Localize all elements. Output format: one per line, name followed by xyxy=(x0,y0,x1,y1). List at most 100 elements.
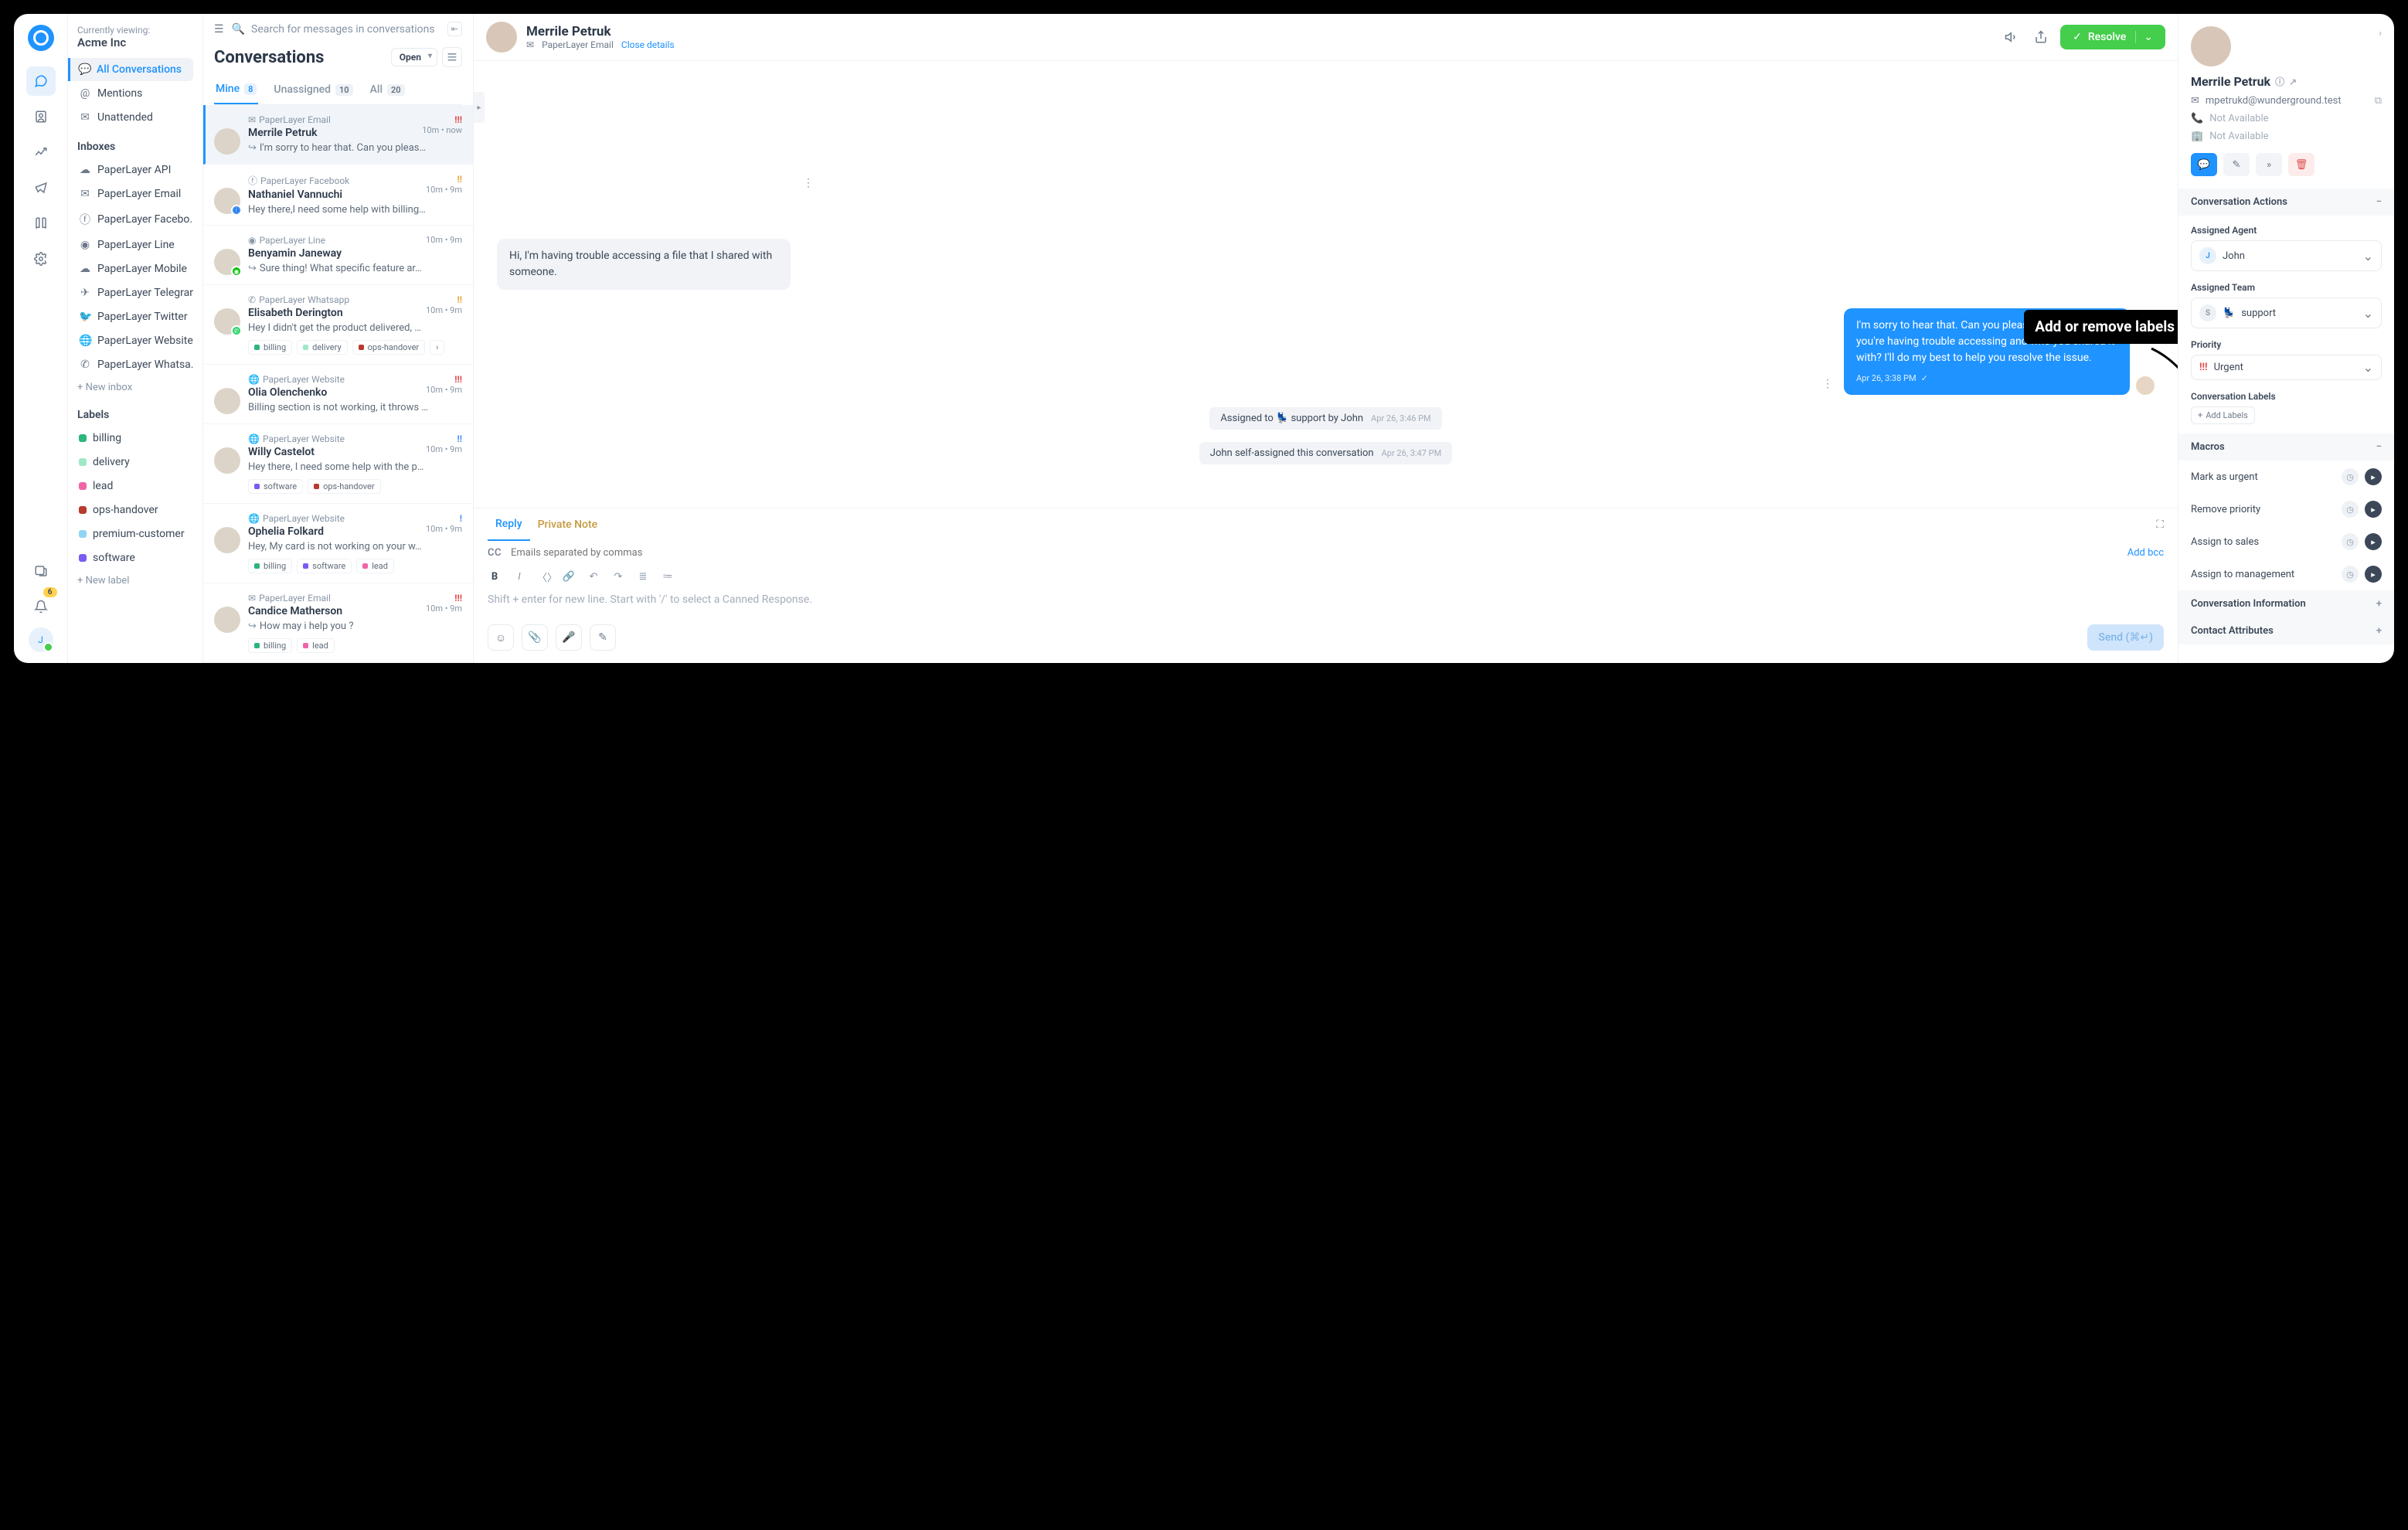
rail-notifications[interactable]: 6 xyxy=(26,592,56,621)
run-macro-icon[interactable]: ▸ xyxy=(2365,533,2382,550)
rail-reports[interactable] xyxy=(26,138,56,167)
bold-icon[interactable]: B xyxy=(488,571,502,583)
run-macro-icon[interactable]: ▸ xyxy=(2365,566,2382,583)
code-icon[interactable]: 〈〉 xyxy=(537,570,551,584)
more-tags[interactable]: › xyxy=(430,340,444,355)
new-label-button[interactable]: + New label xyxy=(68,570,196,591)
message-more-icon[interactable]: ⋮ xyxy=(798,172,818,194)
collapse-icon[interactable]: − xyxy=(2376,196,2382,208)
conversation-item[interactable]: 🌐PaperLayer Website Ophelia Folkard Hey,… xyxy=(203,504,473,583)
run-later-icon[interactable]: ◷ xyxy=(2342,501,2359,518)
inbox-item[interactable]: ✉PaperLayer Email xyxy=(71,182,193,206)
conversation-item[interactable]: ✉PaperLayer Email Merrile Petruk ↩I'm so… xyxy=(203,105,473,165)
conversation-item[interactable]: ◉ ◉PaperLayer Line Benyamin Janeway ↩Sur… xyxy=(203,226,473,285)
share-icon[interactable] xyxy=(2031,27,2051,47)
expand-icon[interactable]: + xyxy=(2376,625,2382,637)
attach-icon[interactable]: 📎 xyxy=(522,624,548,651)
team-select[interactable]: S💺support xyxy=(2191,298,2382,328)
expand-compose-icon[interactable]: ⛶ xyxy=(2156,518,2164,531)
chevron-right-icon[interactable]: › xyxy=(2379,28,2382,39)
conversation-item[interactable]: 🌐PaperLayer Website Willy Castelot Hey t… xyxy=(203,424,473,504)
inbox-item[interactable]: ✈PaperLayer Telegram xyxy=(71,281,193,304)
inbox-item[interactable]: ✆PaperLayer Whatsa... xyxy=(71,353,193,376)
copy-icon[interactable]: ⧉ xyxy=(2375,95,2382,107)
rail-user-avatar[interactable]: J xyxy=(29,627,53,652)
undo-icon[interactable]: ↶ xyxy=(587,571,600,583)
add-bcc-link[interactable]: Add bcc xyxy=(2127,547,2164,559)
external-link-icon[interactable]: ↗ xyxy=(2289,76,2297,87)
list-menu-icon[interactable]: ☰ xyxy=(214,23,224,36)
agent-select[interactable]: JJohn xyxy=(2191,240,2382,271)
run-later-icon[interactable]: ◷ xyxy=(2342,533,2359,550)
priority-select[interactable]: !!!Urgent xyxy=(2191,355,2382,380)
ul-icon[interactable]: ≣ xyxy=(636,571,650,583)
emoji-icon[interactable]: ☺ xyxy=(488,624,514,651)
expand-sidebar-tab[interactable]: ▸ xyxy=(474,92,485,123)
tab-unassigned[interactable]: Unassigned10 xyxy=(272,76,354,104)
collapse-icon[interactable]: − xyxy=(2376,441,2382,453)
audio-icon[interactable]: 🎤 xyxy=(556,624,582,651)
inbox-item[interactable]: ⓕPaperLayer Facebo... xyxy=(71,206,193,233)
inbox-item[interactable]: ☁PaperLayer API xyxy=(71,158,193,182)
mute-icon[interactable] xyxy=(2002,27,2022,47)
search-input[interactable]: 🔍Search for messages in conversations xyxy=(232,23,440,36)
conversation-item[interactable]: 🌐PaperLayer Website Olia Olenchenko Bill… xyxy=(203,365,473,424)
status-filter-select[interactable]: Open xyxy=(391,48,437,66)
conversation-list[interactable]: ✉PaperLayer Email Merrile Petruk ↩I'm so… xyxy=(203,105,473,663)
delete-contact-button[interactable]: 🗑 xyxy=(2288,153,2314,176)
run-later-icon[interactable]: ◷ xyxy=(2342,566,2359,583)
run-macro-icon[interactable]: ▸ xyxy=(2365,501,2382,518)
inbox-item[interactable]: 🌐PaperLayer Website xyxy=(71,329,193,352)
run-later-icon[interactable]: ◷ xyxy=(2342,468,2359,485)
tab-mine[interactable]: Mine8 xyxy=(214,76,258,104)
inbox-item[interactable]: 🐦PaperLayer Twitter xyxy=(71,305,193,328)
tab-all[interactable]: All20 xyxy=(369,76,406,104)
label-item[interactable]: software xyxy=(71,546,193,570)
macro-item[interactable]: Assign to management◷▸ xyxy=(2178,558,2394,590)
close-details-link[interactable]: Close details xyxy=(621,39,675,50)
conversation-item[interactable]: ✉PaperLayer Email Candice Matherson ↩How… xyxy=(203,583,473,663)
expand-icon[interactable]: + xyxy=(2376,598,2382,610)
label-item[interactable]: billing xyxy=(71,427,193,450)
inbox-item[interactable]: ◉PaperLayer Line xyxy=(71,233,193,257)
nav-all-conversations[interactable]: 💬All Conversations xyxy=(68,58,193,81)
ai-assist-icon[interactable]: ✎ xyxy=(590,624,616,651)
nav-mentions[interactable]: @Mentions xyxy=(71,82,193,105)
collapse-icon[interactable]: ⇤ xyxy=(447,22,462,36)
compose-tab-note[interactable]: Private Note xyxy=(530,509,606,540)
ol-icon[interactable]: ≔ xyxy=(661,571,675,583)
chevron-down-icon[interactable]: ⌄ xyxy=(2135,31,2153,43)
compose-textarea[interactable]: Shift + enter for new line. Start with '… xyxy=(474,590,2178,617)
send-button[interactable]: Send (⌘↵) xyxy=(2087,624,2164,651)
org-name[interactable]: Acme Inc xyxy=(77,36,187,49)
italic-icon[interactable]: I xyxy=(512,571,526,583)
rail-settings[interactable] xyxy=(26,244,56,274)
rail-conversations[interactable] xyxy=(26,66,56,96)
conversation-item[interactable]: ⓕ ⓕPaperLayer Facebook Nathaniel Vannuch… xyxy=(203,165,473,226)
macro-item[interactable]: Assign to sales◷▸ xyxy=(2178,525,2394,558)
rail-helpcenter[interactable] xyxy=(26,209,56,238)
rail-contacts[interactable] xyxy=(26,102,56,131)
edit-contact-button[interactable]: ✎ xyxy=(2223,153,2250,176)
label-item[interactable]: premium-customer xyxy=(71,522,193,546)
nav-unattended[interactable]: ✉Unattended xyxy=(71,106,193,129)
filter-button[interactable]: ≡ xyxy=(442,47,462,67)
message-more-icon[interactable]: ⋮ xyxy=(1818,373,1838,395)
resolve-button[interactable]: ✓Resolve⌄ xyxy=(2060,25,2165,49)
macro-item[interactable]: Mark as urgent◷▸ xyxy=(2178,461,2394,493)
label-item[interactable]: ops-handover xyxy=(71,498,193,522)
compose-tab-reply[interactable]: Reply xyxy=(488,508,530,541)
run-macro-icon[interactable]: ▸ xyxy=(2365,468,2382,485)
add-labels-button[interactable]: +Add Labels xyxy=(2191,406,2255,424)
merge-contact-button[interactable]: » xyxy=(2256,153,2282,176)
rail-campaigns[interactable] xyxy=(26,173,56,202)
cc-input[interactable] xyxy=(511,547,2118,559)
macro-item[interactable]: Remove priority◷▸ xyxy=(2178,493,2394,525)
info-icon[interactable]: ⓘ xyxy=(2275,75,2284,88)
conversation-item[interactable]: ✆ ✆PaperLayer Whatsapp Elisabeth Deringt… xyxy=(203,285,473,365)
rail-docs[interactable] xyxy=(26,556,56,586)
new-conversation-button[interactable]: 💬 xyxy=(2191,153,2217,176)
inbox-item[interactable]: ☁PaperLayer Mobile xyxy=(71,257,193,280)
new-inbox-button[interactable]: + New inbox xyxy=(68,377,196,398)
label-item[interactable]: lead xyxy=(71,474,193,498)
